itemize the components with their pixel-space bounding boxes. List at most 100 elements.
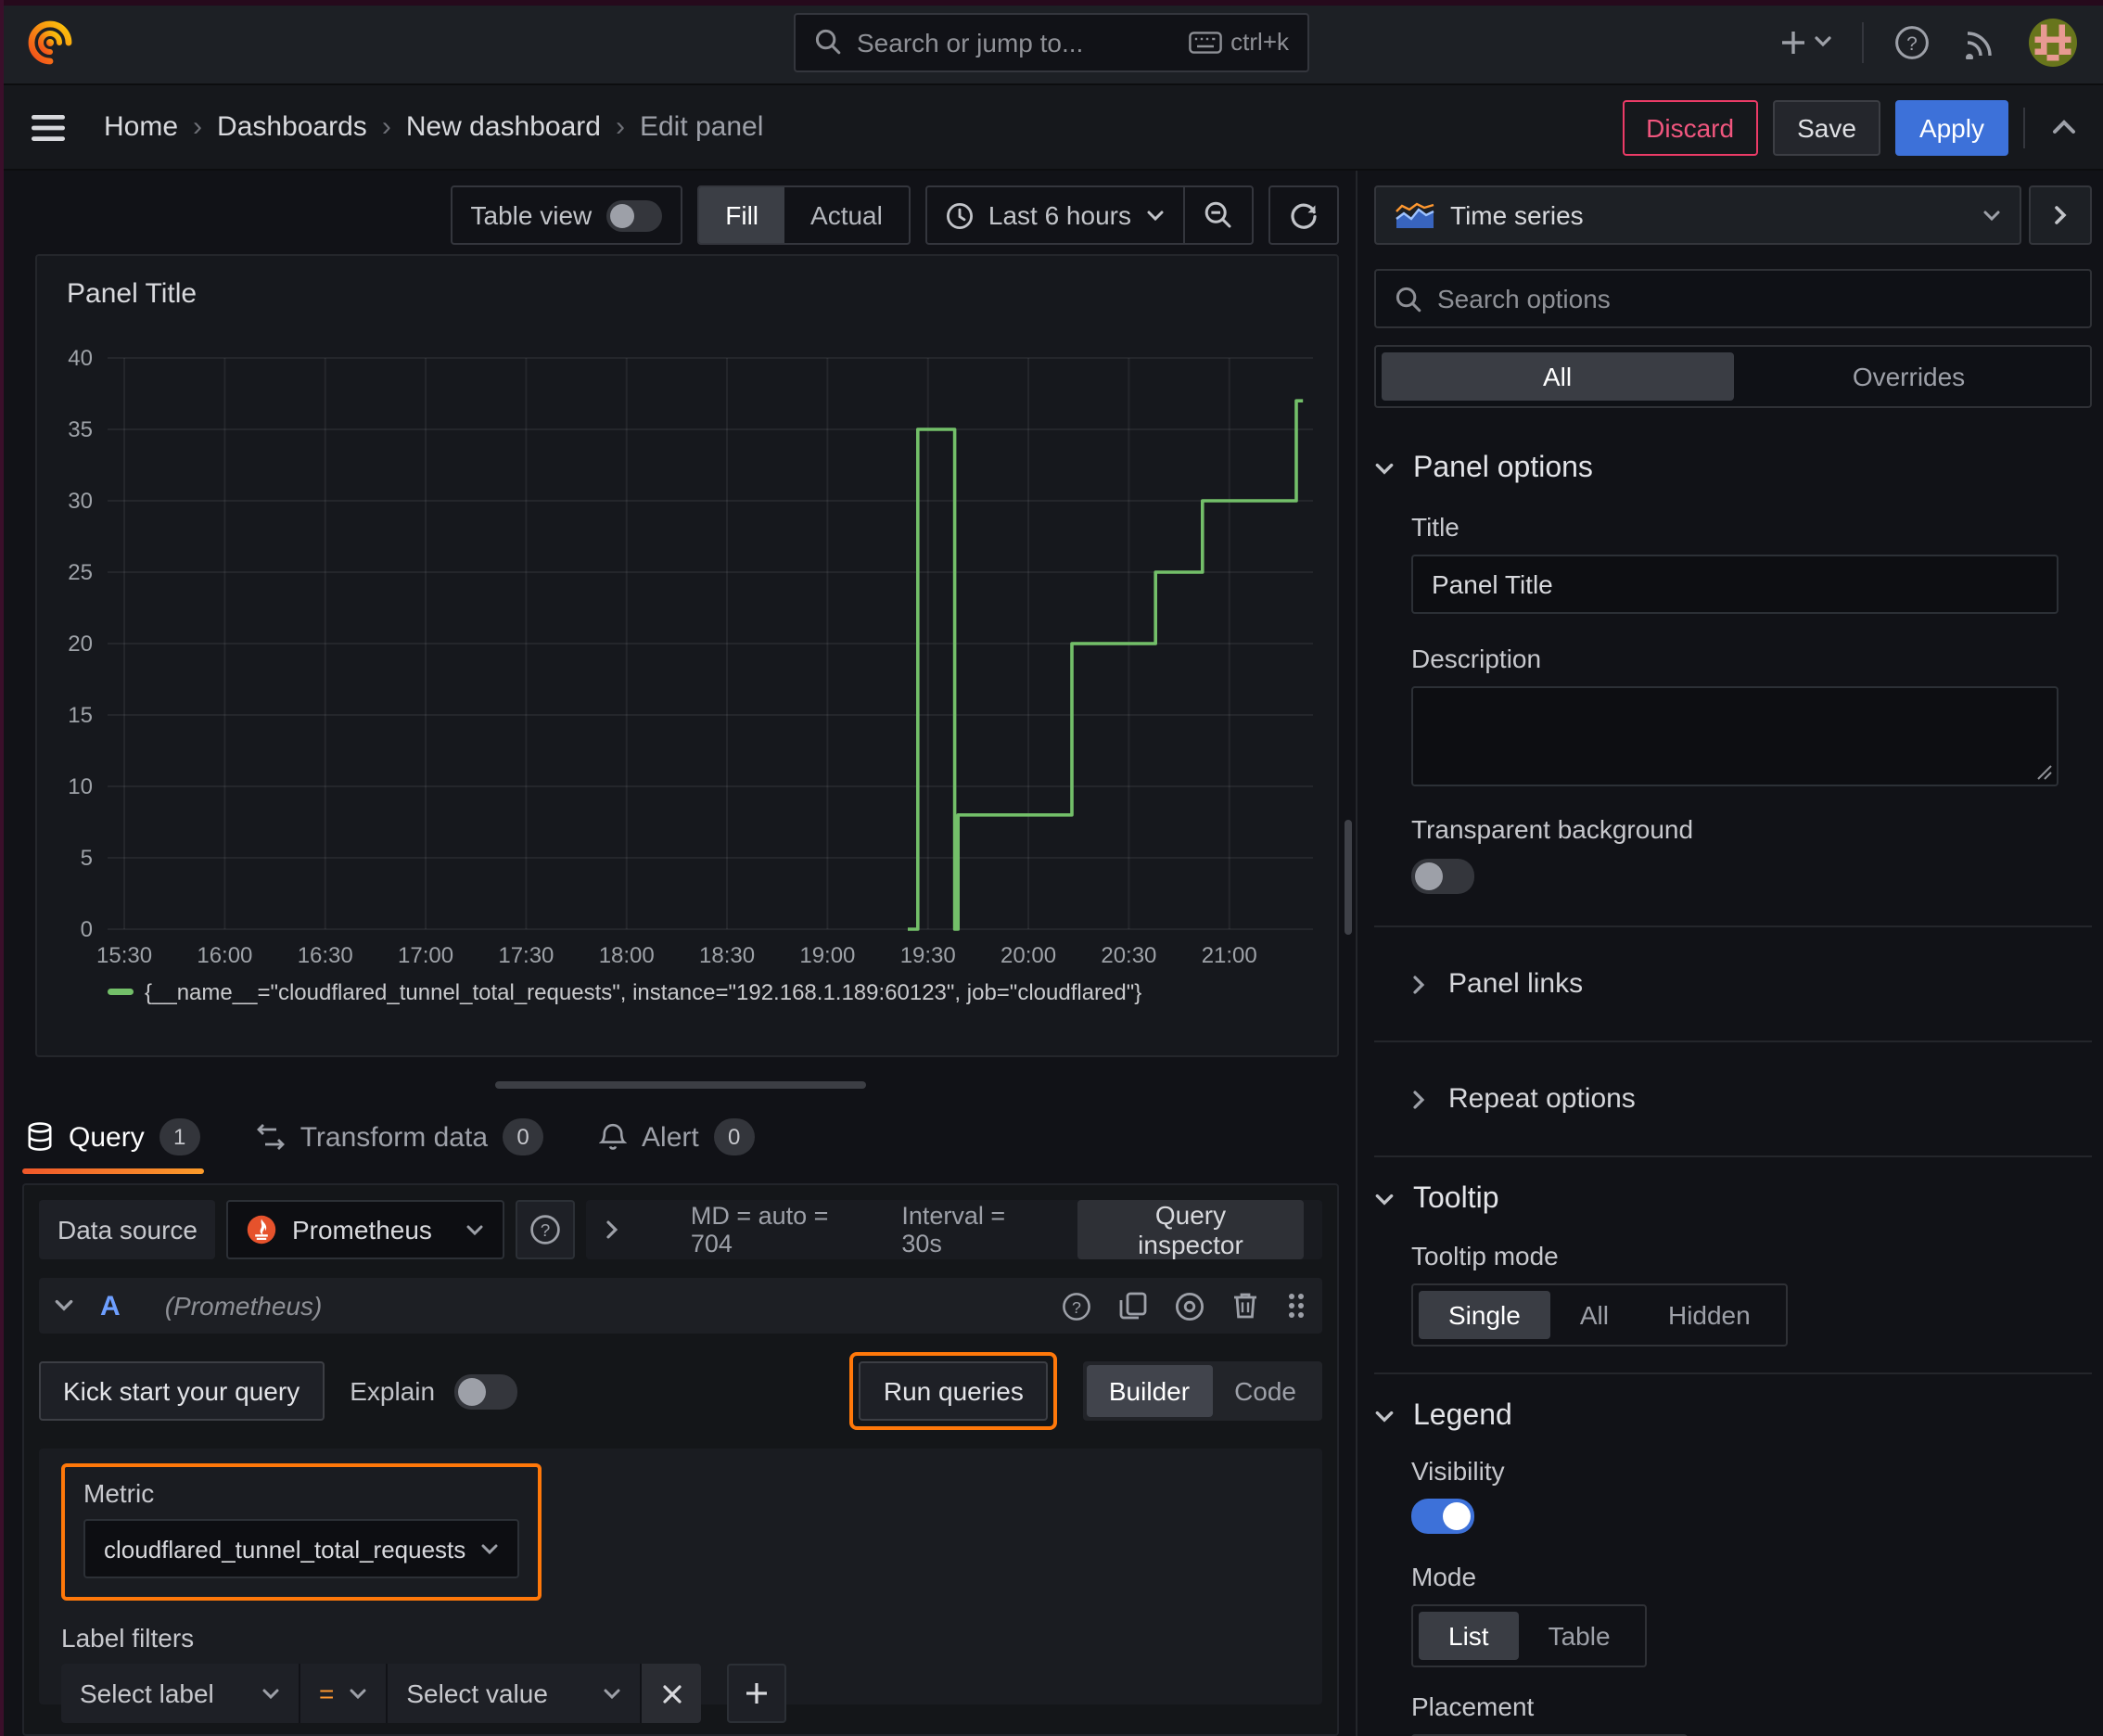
collapse-options-button[interactable] (2051, 119, 2077, 135)
legend-table-option[interactable]: Table (1519, 1612, 1640, 1660)
news-rss-button[interactable] (1960, 20, 2003, 63)
add-new-button[interactable] (1775, 23, 1836, 60)
options-search-input[interactable]: Search options (1374, 269, 2092, 328)
breadcrumb: Home › Dashboards › New dashboard › Edit… (104, 111, 763, 143)
tooltip-single-option[interactable]: Single (1419, 1291, 1550, 1339)
tooltip-hidden-option[interactable]: Hidden (1638, 1291, 1780, 1339)
query-ref-datasource: (Prometheus) (164, 1291, 323, 1321)
run-queries-button[interactable]: Run queries (859, 1361, 1048, 1421)
user-avatar[interactable] (2029, 18, 2077, 66)
add-filter-button[interactable] (727, 1664, 787, 1723)
refresh-button[interactable] (1270, 187, 1337, 243)
time-range-group: Last 6 hours (924, 185, 1254, 245)
options-filter-tabs: All Overrides (1374, 345, 2092, 408)
operator-dropdown[interactable]: = (300, 1664, 387, 1723)
legend-section-header[interactable]: Legend (1374, 1400, 2092, 1434)
query-row-header[interactable]: A (Prometheus) ? (39, 1278, 1322, 1334)
legend-list-option[interactable]: List (1419, 1612, 1519, 1660)
breadcrumb-new-dashboard[interactable]: New dashboard (406, 111, 601, 143)
table-view-toggle[interactable]: Table view (452, 187, 682, 243)
remove-filter-button[interactable] (642, 1664, 702, 1723)
svg-text:40: 40 (68, 346, 93, 371)
eye-icon (1175, 1291, 1204, 1321)
scrollbar-thumb[interactable] (1345, 820, 1352, 935)
zoom-out-button[interactable] (1185, 187, 1252, 243)
select-value-dropdown[interactable]: Select value (388, 1664, 641, 1723)
refresh-icon (1291, 203, 1317, 229)
svg-text:18:30: 18:30 (699, 943, 755, 968)
fill-option[interactable]: Fill (699, 187, 785, 243)
tooltip-all-option[interactable]: All (1550, 1291, 1638, 1339)
legend-visibility-switch[interactable] (1411, 1499, 1474, 1534)
metric-select[interactable]: cloudflared_tunnel_total_requests (83, 1519, 520, 1578)
chevron-down-icon (1983, 210, 2000, 221)
explain-switch[interactable] (453, 1373, 517, 1409)
builder-option[interactable]: Builder (1086, 1365, 1213, 1417)
help-button[interactable]: ? (1890, 19, 1934, 64)
duplicate-query-button[interactable] (1118, 1291, 1148, 1321)
time-range-picker[interactable]: Last 6 hours (927, 187, 1183, 243)
code-option[interactable]: Code (1212, 1365, 1319, 1417)
panel-toolbar: Table view Fill Actual Last 6 hours (0, 185, 1339, 245)
run-queries-annotation: Run queries (849, 1352, 1057, 1430)
table-view-switch[interactable] (606, 199, 663, 231)
title-field-label: Title (1411, 512, 1459, 542)
legend-mode-label: Mode (1411, 1562, 1477, 1591)
visual-query-builder: Metric cloudflared_tunnel_total_requests… (39, 1449, 1322, 1723)
pane-resize-handle[interactable] (495, 1081, 866, 1089)
repeat-options-section[interactable]: Repeat options (1411, 1068, 2092, 1130)
svg-text:18:00: 18:00 (599, 943, 655, 968)
chart-panel[interactable]: 0 5 10 15 20 25 30 35 40 15:30 16:00 16:30 17:00 17:3… (35, 254, 1339, 1057)
drag-query-handle[interactable] (1285, 1291, 1307, 1321)
tooltip-mode-group: Single All Hidden (1411, 1283, 1788, 1347)
apply-button[interactable]: Apply (1894, 99, 2008, 155)
panel-links-section[interactable]: Panel links (1411, 953, 2092, 1015)
actual-option[interactable]: Actual (784, 187, 909, 243)
chevron-right-icon (2055, 206, 2067, 224)
select-label-dropdown[interactable]: Select label (61, 1664, 299, 1723)
toggle-visibility-button[interactable] (1174, 1290, 1205, 1321)
svg-text:5: 5 (81, 846, 93, 871)
breadcrumb-home[interactable]: Home (104, 111, 178, 143)
save-button[interactable]: Save (1773, 99, 1880, 155)
tab-all-options[interactable]: All (1382, 352, 1733, 401)
chevron-down-icon (1815, 36, 1831, 47)
chevron-right-icon (1413, 975, 1425, 993)
chevron-down-icon (262, 1688, 279, 1699)
svg-text:20: 20 (68, 632, 93, 657)
visualization-picker[interactable]: Time series (1374, 185, 2021, 245)
grafana-logo-icon[interactable] (26, 18, 74, 66)
shortcut-hint: ctrl+k (1188, 28, 1289, 56)
discard-button[interactable]: Discard (1622, 99, 1759, 155)
tab-overrides[interactable]: Overrides (1733, 352, 2084, 401)
help-icon: ? (1895, 25, 1929, 58)
svg-text:20:30: 20:30 (1101, 943, 1156, 968)
breadcrumb-dashboards[interactable]: Dashboards (217, 111, 367, 143)
viz-suggestions-button[interactable] (2029, 185, 2092, 245)
svg-text:30: 30 (68, 489, 93, 514)
panel-options-header[interactable]: Panel options (1374, 453, 2092, 486)
datasource-picker[interactable]: Prometheus (226, 1200, 505, 1259)
chevron-right-icon (1413, 1090, 1425, 1108)
transparent-bg-switch[interactable] (1411, 859, 1474, 894)
chevron-right-icon (607, 1220, 619, 1239)
panel-edit-area: Table view Fill Actual Last 6 hours 0 5 … (0, 171, 1356, 1736)
tab-transform[interactable]: Transform data 0 (252, 1107, 547, 1174)
query-inspector-button[interactable]: Query inspector (1077, 1200, 1304, 1259)
description-textarea[interactable] (1411, 686, 2058, 786)
panel-title-input[interactable] (1411, 555, 2058, 614)
svg-text:{__name__="cloudflared_tunnel_: {__name__="cloudflared_tunnel_total_requ… (145, 980, 1141, 1005)
global-search-input[interactable]: Search or jump to... ctrl+k (794, 12, 1309, 71)
tab-alert[interactable]: Alert 0 (595, 1107, 758, 1174)
delete-query-button[interactable] (1231, 1291, 1259, 1321)
kickstart-query-button[interactable]: Kick start your query (39, 1361, 325, 1421)
tooltip-section-header[interactable]: Tooltip (1374, 1183, 2092, 1217)
svg-text:35: 35 (68, 417, 93, 442)
chevron-down-icon (1375, 463, 1394, 475)
tab-query[interactable]: Query 1 (22, 1107, 204, 1174)
help-icon: ? (531, 1215, 561, 1245)
mega-menu-button[interactable] (26, 108, 70, 146)
datasource-help-button[interactable]: ? (516, 1200, 576, 1259)
query-help-icon-button[interactable]: ? (1061, 1290, 1092, 1321)
description-field-label: Description (1411, 644, 1542, 673)
